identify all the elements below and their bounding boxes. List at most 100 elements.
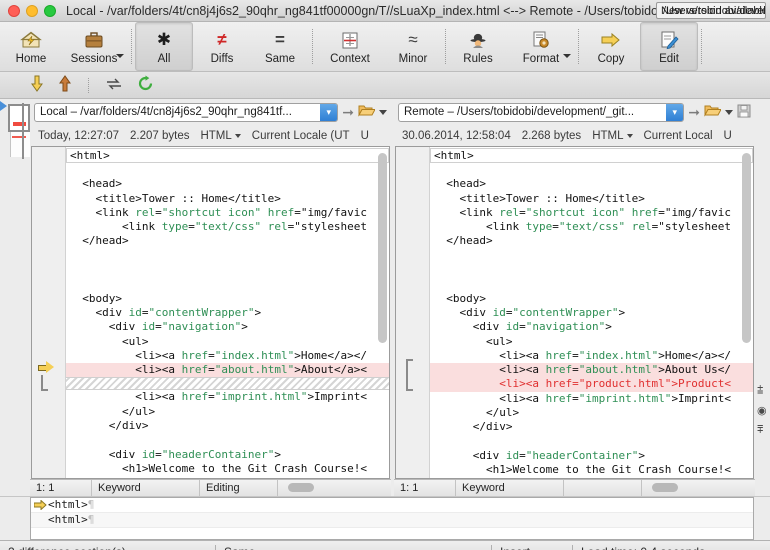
code-line[interactable] [430, 163, 753, 177]
code-line[interactable]: <body> [66, 292, 389, 306]
code-line[interactable]: <link type="text/css" rel="stylesheet [66, 220, 389, 234]
code-line[interactable]: <div id="headerContainer"> [66, 448, 389, 462]
code-line[interactable]: <div id="navigation"> [66, 320, 389, 334]
map-overview-thumbnail[interactable] [10, 132, 30, 157]
code-line[interactable] [66, 277, 389, 291]
chevron-down-icon[interactable] [563, 54, 571, 58]
code-line[interactable]: <html> [430, 148, 753, 163]
left-path-dropdown-button[interactable]: ▾ [320, 104, 337, 121]
left-vertical-scrollbar[interactable] [377, 149, 388, 476]
code-line[interactable]: <title>Tower :: Home</title> [66, 192, 389, 206]
right-path-combo[interactable]: Remote – /Users/tobidobi/development/_gi… [398, 103, 684, 122]
code-line[interactable]: <li><a href="index.html">Home</a></ [66, 349, 389, 363]
code-line[interactable] [66, 249, 389, 263]
right-syntax-mode[interactable]: Keyword [456, 480, 564, 496]
code-line[interactable]: <li><a href="imprint.html">Imprint< [66, 390, 389, 404]
left-status-pill[interactable] [288, 483, 314, 492]
right-format-select[interactable]: HTML [592, 130, 632, 142]
code-line[interactable] [430, 263, 753, 277]
minimize-window-button[interactable] [26, 5, 38, 17]
code-line[interactable] [430, 277, 753, 291]
scroll-to-top-icon[interactable]: ⩲ [757, 384, 763, 397]
toolbar-button-format[interactable]: Format [507, 22, 575, 71]
right-path-dropdown-button[interactable]: ▾ [666, 104, 683, 121]
code-line[interactable] [66, 263, 389, 277]
right-status-pill[interactable] [652, 483, 678, 492]
compare-panel-body[interactable]: <html> ¶ <html> ¶ [30, 497, 754, 540]
scroll-to-bottom-icon[interactable]: ⩱ [757, 424, 763, 437]
toolbar-button-diffs[interactable]: ≠ Diffs [193, 22, 251, 71]
chevron-down-icon[interactable] [116, 54, 124, 58]
left-syntax-mode[interactable]: Keyword [92, 480, 200, 496]
right-encoding-value[interactable]: Current Local [644, 130, 713, 142]
code-line[interactable]: <link type="text/css" rel="stylesheet [430, 220, 753, 234]
right-vertical-scrollbar[interactable] [741, 149, 752, 476]
code-line[interactable]: </ul> [430, 406, 753, 420]
code-line[interactable]: <div id="navigation"> [430, 320, 753, 334]
right-eol-value[interactable]: U [724, 130, 732, 142]
left-folder-dropdown-icon[interactable] [379, 110, 387, 115]
left-scrollbar-thumb[interactable] [378, 153, 387, 343]
toolbar-button-sessions[interactable]: Sessions [60, 22, 128, 71]
code-line[interactable]: <li><a href="about.html">About</a>< [66, 363, 389, 377]
document-map-strip[interactable] [0, 99, 30, 496]
right-code-lines[interactable]: <html> <head> <title>Tower :: Home</titl… [430, 147, 753, 478]
map-viewport-selection[interactable] [8, 104, 30, 132]
code-line[interactable]: <h1>Welcome to the Git Crash Course!< [66, 462, 389, 476]
right-diff-gutter[interactable] [396, 147, 430, 478]
toolbar-button-rules[interactable]: Rules [449, 22, 507, 71]
toolbar-button-edit[interactable]: Edit [640, 22, 698, 71]
left-encoding-value[interactable]: Current Locale (UT [252, 130, 350, 142]
toolbar-button-same[interactable]: = Same [251, 22, 309, 71]
code-line[interactable]: <li><a href="imprint.html">Imprint< [430, 392, 753, 406]
code-line[interactable] [430, 249, 753, 263]
code-line[interactable]: <div id="contentWrapper"> [430, 306, 753, 320]
right-scrollbar-thumb[interactable] [742, 153, 751, 343]
compare-line-local[interactable]: <html> ¶ [31, 498, 753, 513]
code-line[interactable]: <head> [430, 177, 753, 191]
code-line[interactable]: <li><a href="index.html">Home</a></ [430, 349, 753, 363]
code-line[interactable]: </ul> [66, 405, 389, 419]
maximize-window-button[interactable] [44, 5, 56, 17]
code-line[interactable]: <div id="headerContainer"> [430, 449, 753, 463]
code-line[interactable]: <link rel="shortcut icon" href="img/favi… [430, 206, 753, 220]
compare-line-remote[interactable]: <html> ¶ [31, 513, 753, 528]
right-save-icon[interactable] [737, 104, 751, 121]
right-open-folder-icon[interactable] [704, 103, 721, 121]
toolbar-button-context[interactable]: Context [316, 22, 384, 71]
code-line[interactable]: <body> [430, 292, 753, 306]
toolbar-button-all[interactable]: ✱ All [135, 22, 193, 71]
code-line[interactable]: </div> [66, 419, 389, 433]
toolbar-button-home[interactable]: Home [2, 22, 60, 71]
left-code-area[interactable]: <html> <head> <title>Tower :: Home</titl… [31, 146, 390, 479]
code-line[interactable]: <ul> [430, 335, 753, 349]
right-folder-dropdown-icon[interactable] [725, 110, 733, 115]
code-line[interactable]: <title>Tower :: Home</title> [430, 192, 753, 206]
code-line[interactable]: <html> [66, 148, 389, 163]
code-line[interactable]: <li><a href="about.html">About Us</ [430, 363, 753, 377]
code-line[interactable]: <head> [66, 177, 389, 191]
left-open-folder-icon[interactable] [358, 103, 375, 121]
left-copy-difference-arrow[interactable] [38, 361, 54, 374]
previous-difference-up-icon[interactable] [58, 75, 72, 95]
code-line[interactable]: </head> [66, 234, 389, 248]
right-share-icon[interactable]: ➞ [688, 104, 700, 121]
center-marker-icon[interactable]: ◉ [757, 404, 767, 417]
toolbar-button-copy[interactable]: Copy [582, 22, 640, 71]
left-diff-gutter[interactable] [32, 147, 66, 478]
code-line[interactable]: </head> [430, 234, 753, 248]
code-line[interactable] [66, 163, 389, 177]
code-line[interactable]: <li><a href="product.html">Product< [430, 377, 753, 391]
code-line[interactable]: <div id="contentWrapper"> [66, 306, 389, 320]
code-line[interactable]: <h1>Welcome to the Git Crash Course!< [430, 463, 753, 477]
left-format-select[interactable]: HTML [200, 130, 240, 142]
code-line[interactable]: <ul> [66, 335, 389, 349]
swap-sides-icon[interactable] [105, 76, 123, 95]
left-share-icon[interactable]: ➞ [342, 104, 354, 121]
code-line[interactable] [430, 435, 753, 449]
left-path-combo[interactable]: Local – /var/folders/4t/cn8j4j6s2_90qhr_… [34, 103, 338, 122]
right-code-area[interactable]: <html> <head> <title>Tower :: Home</titl… [395, 146, 754, 479]
next-difference-down-icon[interactable] [30, 75, 44, 95]
new-version-notification[interactable]: New version available... /Users/tobidobi… [656, 2, 766, 19]
code-line[interactable]: <link rel="shortcut icon" href="img/favi… [66, 206, 389, 220]
